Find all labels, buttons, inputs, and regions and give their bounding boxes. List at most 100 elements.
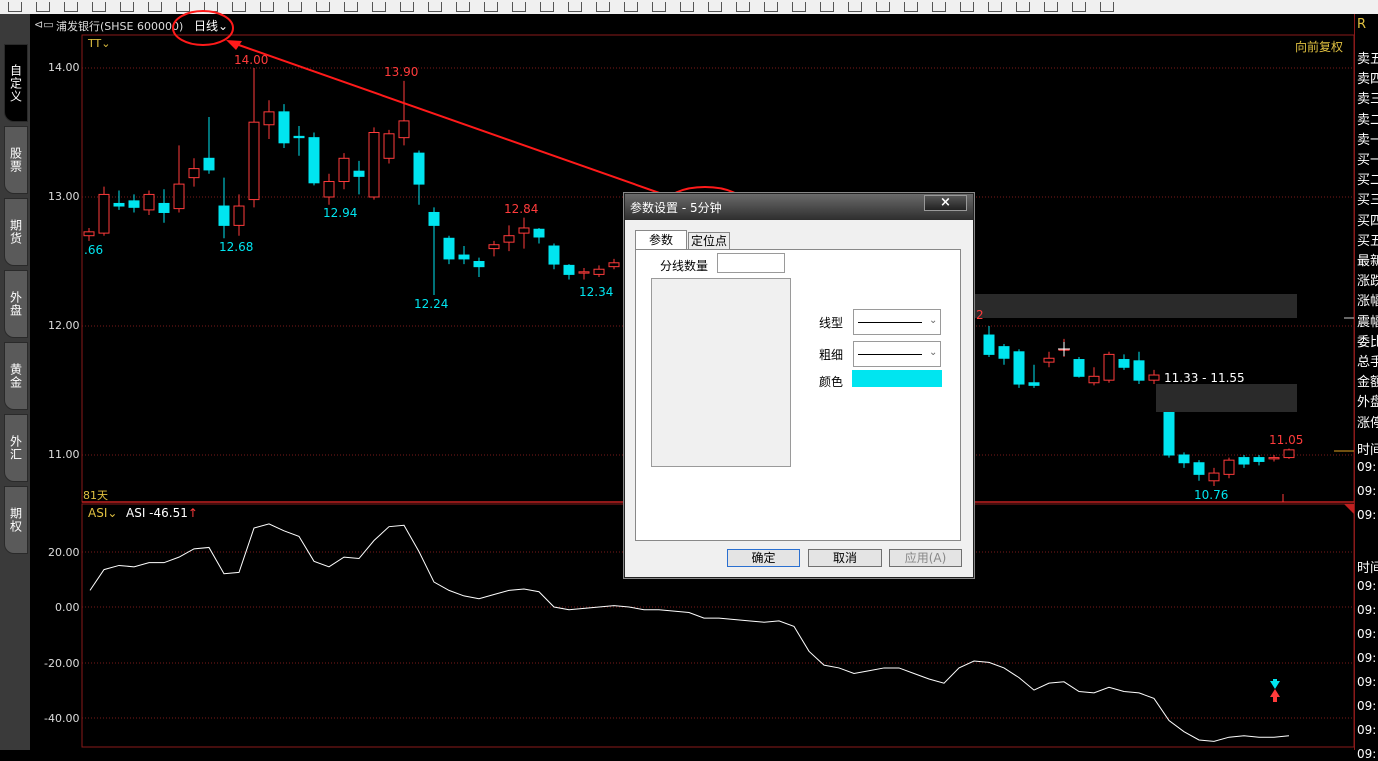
- time-row: 09:: [1357, 699, 1377, 713]
- quote-row-label: 委比: [1357, 334, 1378, 350]
- chevron-down-icon: ⌄: [929, 347, 938, 358]
- candle-body: [323, 181, 335, 198]
- shade-box-2: [1156, 384, 1297, 412]
- low-label: 12.94: [323, 206, 358, 220]
- candle-body: [593, 268, 605, 275]
- thickness-label: 粗细: [819, 348, 844, 362]
- candle-body: [1268, 457, 1280, 460]
- candle-body: [128, 200, 140, 208]
- annotation-arrow-line: [235, 43, 669, 197]
- low-label: 12.24: [414, 297, 449, 311]
- quote-row-label: 总手: [1357, 355, 1378, 370]
- candle-body: [383, 133, 395, 159]
- annotation-circle-period: [172, 10, 234, 46]
- high-label: 11.05: [1269, 433, 1304, 447]
- candle-body: [1208, 472, 1220, 482]
- restore-label[interactable]: 向前复权: [1295, 38, 1343, 55]
- line-list[interactable]: [651, 278, 791, 467]
- price-tick: 12.00: [48, 319, 80, 332]
- low-label: .66: [84, 243, 104, 257]
- candle-body: [83, 231, 95, 237]
- quote-row-label: 外盘: [1357, 395, 1378, 411]
- asi-dropdown[interactable]: ASI⌄: [88, 506, 117, 520]
- line-sample: [858, 322, 922, 323]
- high-label: 2: [976, 308, 984, 322]
- line-sample: [858, 354, 922, 355]
- quote-row-label: 卖三: [1357, 92, 1378, 108]
- quote-row-label: 买一: [1357, 153, 1378, 168]
- line-type-select[interactable]: ⌄: [853, 309, 941, 335]
- line-type-label: 线型: [819, 316, 844, 330]
- tab-params[interactable]: 参数: [635, 230, 687, 250]
- dialog-titlebar[interactable]: 参数设置 - 5分钟 ×: [625, 194, 973, 220]
- count-input[interactable]: [717, 253, 785, 273]
- candle-body: [1148, 374, 1160, 381]
- candle-body: [1283, 449, 1295, 459]
- asi-tick: 0.00: [55, 601, 80, 614]
- high-label: 13.90: [384, 65, 419, 79]
- time-row: 09:: [1357, 508, 1377, 522]
- candle-body: [278, 111, 290, 144]
- low-label: 12.68: [219, 240, 254, 254]
- candle-body: [338, 157, 350, 183]
- quote-row-label: 涨幅: [1357, 294, 1378, 310]
- candle-body: [203, 157, 215, 171]
- candle-body: [1193, 462, 1205, 475]
- close-button[interactable]: ×: [924, 195, 967, 211]
- candle-body: [1238, 457, 1250, 465]
- candle-body: [518, 227, 530, 234]
- time-row: 09:: [1357, 579, 1377, 593]
- candle-body: [983, 334, 995, 355]
- price-tick: 14.00: [48, 61, 80, 74]
- candle-body: [368, 132, 380, 198]
- time-row: 09:: [1357, 723, 1377, 737]
- price-tick: 13.00: [48, 190, 80, 203]
- ok-button[interactable]: 确定: [727, 549, 800, 567]
- candle-body: [503, 235, 515, 243]
- candle-body: [158, 202, 170, 213]
- low-label: 12.34: [579, 285, 614, 299]
- quote-row-label: 卖五: [1357, 52, 1378, 67]
- candle-body: [578, 271, 590, 274]
- cancel-button[interactable]: 取消: [808, 549, 882, 567]
- down-arrow-stem: [1273, 679, 1277, 683]
- candle-body: [1013, 351, 1025, 385]
- close-icon: ×: [940, 195, 951, 210]
- tab-anchor[interactable]: 定位点: [688, 232, 730, 250]
- up-arrow-icon: [1270, 689, 1280, 697]
- candle-body: [293, 135, 305, 139]
- candle-body: [218, 205, 230, 226]
- candle-body: [428, 211, 440, 226]
- time-row: 09:: [1357, 675, 1377, 689]
- time-row: 09:: [1357, 627, 1377, 641]
- apply-button[interactable]: 应用(A): [889, 549, 962, 567]
- time-header: 时间: [1357, 561, 1378, 576]
- quote-row-label: 金额: [1357, 375, 1378, 391]
- asi-value: ASI -46.51↑: [126, 506, 198, 520]
- candle-body: [1253, 457, 1265, 462]
- quote-row-label: 卖二: [1357, 112, 1378, 128]
- candle-body: [458, 254, 470, 260]
- time-row: 09:: [1357, 651, 1377, 665]
- quote-row-label: 最新: [1357, 254, 1378, 269]
- candle-body: [488, 244, 500, 250]
- quote-row-label: 买三: [1357, 193, 1378, 209]
- candle-body: [998, 346, 1010, 359]
- candle-body: [413, 152, 425, 185]
- quote-row-label: 震幅: [1357, 314, 1378, 330]
- color-swatch[interactable]: [852, 370, 942, 387]
- candle-body: [173, 183, 185, 210]
- candle-body: [398, 120, 410, 139]
- candle-body: [443, 237, 455, 260]
- low-label: 10.76: [1194, 488, 1229, 502]
- high-label: 12.84: [504, 202, 539, 216]
- candle-body: [1073, 359, 1085, 377]
- tab-panel: 分线数量 线型 ⌄ 粗细 ⌄ 颜色: [635, 249, 961, 541]
- chevron-down-icon: ⌄: [107, 506, 118, 520]
- thickness-select[interactable]: ⌄: [853, 341, 941, 367]
- asi-tick: -40.00: [44, 712, 80, 725]
- indicator-dropdown[interactable]: TT⌄: [88, 37, 110, 50]
- candle-body: [113, 202, 125, 207]
- candle-body: [1223, 459, 1235, 475]
- time-row: 09:: [1357, 484, 1377, 498]
